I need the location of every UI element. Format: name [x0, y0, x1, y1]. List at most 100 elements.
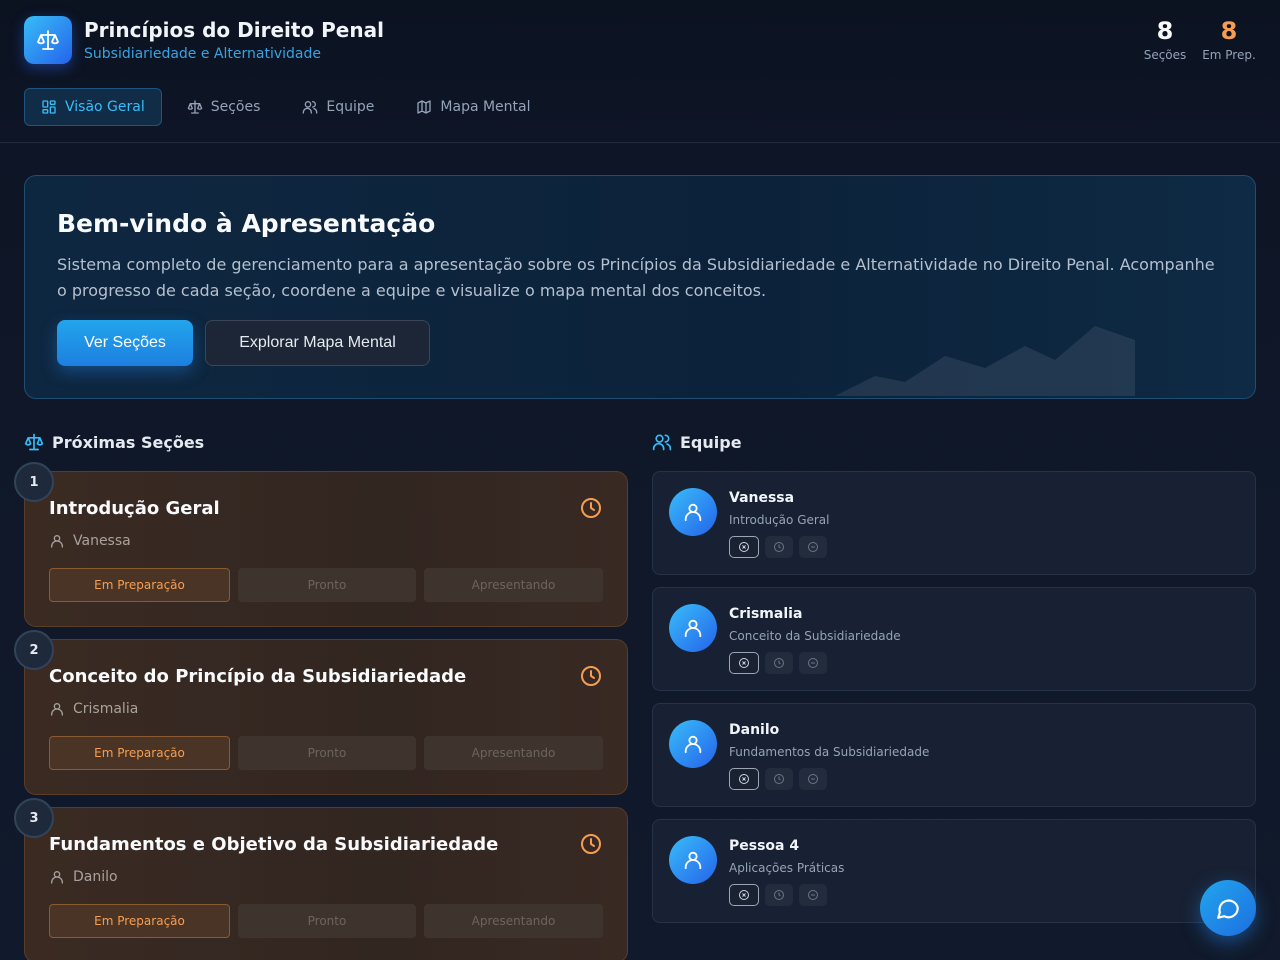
stat-sections-label: Seções: [1143, 48, 1187, 62]
user-icon: [684, 851, 702, 870]
clock-icon: [581, 666, 601, 686]
tab-overview-label: Visão Geral: [65, 99, 145, 115]
status-x-button[interactable]: [729, 884, 759, 906]
clock-icon: [581, 498, 601, 518]
team-member-card[interactable]: Crismalia Conceito da Subsidiariedade: [652, 587, 1256, 691]
status-selector: Em Preparação Pronto Apresentando: [49, 736, 603, 770]
user-icon: [684, 735, 702, 754]
scale-icon: [37, 30, 59, 50]
status-clock-button[interactable]: [765, 536, 793, 558]
status-in-preparation-button[interactable]: Em Preparação: [49, 568, 230, 602]
status-x-button[interactable]: [729, 652, 759, 674]
section-owner: Crismalia: [49, 701, 138, 717]
tab-sections-label: Seções: [210, 99, 261, 115]
clock-icon: [774, 774, 784, 784]
status-presenting-button[interactable]: Apresentando: [424, 904, 603, 938]
tab-sections[interactable]: Seções: [170, 88, 278, 126]
explore-mind-map-button[interactable]: Explorar Mapa Mental: [205, 320, 430, 366]
app-header: Princípios do Direito Penal Subsidiaried…: [0, 0, 1280, 143]
user-icon: [684, 503, 702, 522]
section-owner: Vanessa: [49, 533, 131, 549]
section-title: Conceito do Princípio da Subsidiariedade: [49, 666, 467, 687]
member-status-icons: [729, 768, 827, 790]
team-member-card[interactable]: Vanessa Introdução Geral: [652, 471, 1256, 575]
tab-team[interactable]: Equipe: [285, 88, 391, 126]
status-minus-button[interactable]: [799, 884, 827, 906]
avatar: [669, 836, 717, 884]
section-number: 1: [14, 462, 54, 502]
status-minus-button[interactable]: [799, 768, 827, 790]
clock-icon: [774, 542, 784, 552]
welcome-banner: Bem-vindo à Apresentação Sistema complet…: [24, 175, 1256, 399]
view-sections-button[interactable]: Ver Seções: [57, 320, 193, 366]
section-card[interactable]: 2 Conceito do Princípio da Subsidiarieda…: [14, 630, 628, 795]
section-title: Introdução Geral: [49, 498, 220, 519]
x-circle-icon: [739, 774, 749, 784]
status-presenting-button[interactable]: Apresentando: [424, 568, 603, 602]
minus-circle-icon: [808, 890, 818, 900]
x-circle-icon: [739, 890, 749, 900]
status-minus-button[interactable]: [799, 536, 827, 558]
status-in-preparation-button[interactable]: Em Preparação: [49, 904, 230, 938]
tab-team-label: Equipe: [326, 99, 375, 115]
welcome-description: Sistema completo de gerenciamento para a…: [57, 255, 1215, 300]
team-member-card[interactable]: Pessoa 4 Aplicações Práticas: [652, 819, 1256, 923]
users-icon: [652, 434, 672, 451]
section-number: 2: [14, 630, 54, 670]
scale-icon: [187, 100, 203, 114]
chat-button[interactable]: [1200, 880, 1256, 936]
team-heading: Equipe: [652, 432, 742, 452]
status-ready-button[interactable]: Pronto: [238, 904, 416, 938]
member-role: Introdução Geral: [729, 513, 830, 527]
tab-mind-map-label: Mapa Mental: [440, 99, 531, 115]
user-icon: [51, 535, 63, 548]
app-title: Princípios do Direito Penal: [84, 18, 384, 42]
section-title: Fundamentos e Objetivo da Subsidiariedad…: [49, 834, 499, 855]
minus-circle-icon: [808, 542, 818, 552]
status-ready-button[interactable]: Pronto: [238, 568, 416, 602]
tab-overview[interactable]: Visão Geral: [24, 88, 162, 126]
map-icon: [417, 100, 432, 114]
status-selector: Em Preparação Pronto Apresentando: [49, 568, 603, 602]
status-x-button[interactable]: [729, 536, 759, 558]
welcome-title: Bem-vindo à Apresentação: [57, 209, 436, 238]
team-member-card[interactable]: Danilo Fundamentos da Subsidiariedade: [652, 703, 1256, 807]
main-nav: Visão Geral Seções Equipe Mapa Mental: [24, 88, 548, 126]
app-subtitle: Subsidiariedade e Alternatividade: [84, 46, 321, 62]
member-status-icons: [729, 652, 827, 674]
section-card[interactable]: 1 Introdução Geral Vanessa Em Preparação…: [14, 462, 628, 627]
user-icon: [684, 619, 702, 638]
member-status-icons: [729, 536, 827, 558]
status-clock-button[interactable]: [765, 768, 793, 790]
minus-circle-icon: [808, 774, 818, 784]
section-card[interactable]: 3 Fundamentos e Objetivo da Subsidiaried…: [14, 798, 628, 960]
clock-icon: [581, 834, 601, 854]
member-name: Vanessa: [729, 490, 795, 506]
minus-circle-icon: [808, 658, 818, 668]
team-title: Equipe: [680, 432, 742, 452]
status-clock-button[interactable]: [765, 652, 793, 674]
status-presenting-button[interactable]: Apresentando: [424, 736, 603, 770]
app-logo: [24, 16, 72, 64]
grid-icon: [42, 100, 56, 114]
status-ready-button[interactable]: Pronto: [238, 736, 416, 770]
banner-decoration: [835, 326, 1135, 396]
x-circle-icon: [739, 542, 749, 552]
member-role: Fundamentos da Subsidiariedade: [729, 745, 930, 759]
section-owner-name: Crismalia: [73, 701, 139, 717]
status-clock-button[interactable]: [765, 884, 793, 906]
upcoming-sections-heading: Próximas Seções: [24, 432, 204, 452]
avatar: [669, 488, 717, 536]
member-name: Danilo: [729, 722, 780, 738]
status-in-preparation-button[interactable]: Em Preparação: [49, 736, 230, 770]
users-icon: [303, 101, 318, 114]
stat-sections-value: 8: [1156, 17, 1174, 45]
tab-mind-map[interactable]: Mapa Mental: [399, 88, 547, 126]
member-status-icons: [729, 884, 827, 906]
status-minus-button[interactable]: [799, 652, 827, 674]
clock-icon: [774, 658, 784, 668]
section-owner-name: Vanessa: [73, 533, 131, 549]
status-selector: Em Preparação Pronto Apresentando: [49, 904, 603, 938]
status-x-button[interactable]: [729, 768, 759, 790]
user-icon: [51, 703, 63, 716]
